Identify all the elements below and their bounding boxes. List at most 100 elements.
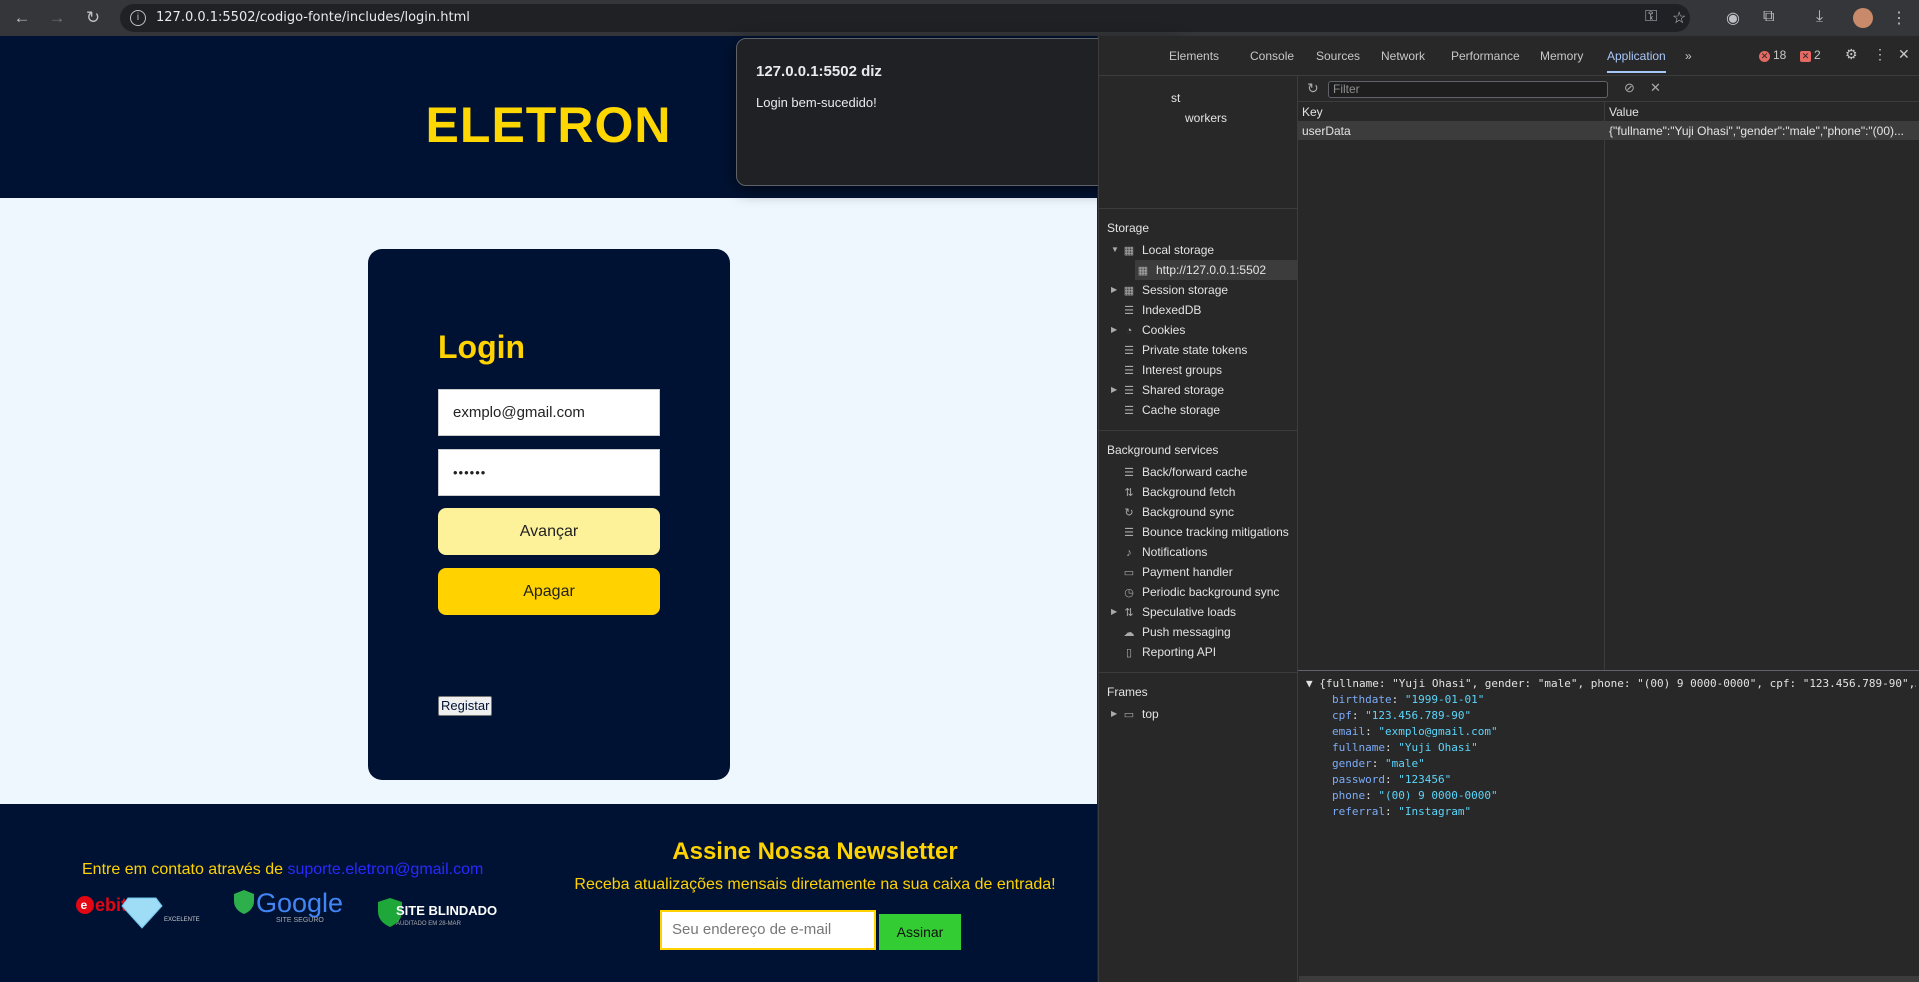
more-tabs-icon[interactable]: » xyxy=(1685,49,1692,63)
sidebar-item-label: Interest groups xyxy=(1142,363,1223,377)
contact-email-link[interactable]: suporte.eletron@gmail.com xyxy=(287,861,483,878)
arrows-icon: ⇅ xyxy=(1124,607,1134,619)
sidebar-item-indexeddb[interactable]: ☰ IndexedDB xyxy=(1121,300,1201,320)
register-button[interactable]: Registar xyxy=(438,696,493,716)
filter-input[interactable]: Filter xyxy=(1328,81,1608,98)
subscribe-button[interactable]: Assinar xyxy=(879,914,961,950)
address-bar[interactable]: i 127.0.0.1:5502/codigo-fonte/includes/l… xyxy=(120,4,1690,32)
key-column-header[interactable]: Key xyxy=(1298,102,1604,122)
delete-selected-icon[interactable]: ✕ xyxy=(1650,80,1661,96)
sidebar-item-label: Notifications xyxy=(1142,545,1208,559)
sidebar-item-frame-top[interactable]: ▶ ▭ top xyxy=(1111,704,1159,724)
site-info-icon[interactable]: i xyxy=(130,10,146,26)
sync-icon: ↻ xyxy=(1124,507,1134,519)
diamond-caption: EXCELENTE xyxy=(164,917,200,923)
bookmark-star-icon[interactable]: ☆ xyxy=(1672,8,1686,28)
card-icon: ▭ xyxy=(1123,567,1135,579)
sidebar-item-payment-handler[interactable]: ▭ Payment handler xyxy=(1121,562,1233,582)
sidebar-item-bfcache[interactable]: ☰ Back/forward cache xyxy=(1121,462,1247,482)
sidebar-item-shared-storage[interactable]: ▶ ☰ Shared storage xyxy=(1111,380,1224,400)
tab-performance[interactable]: Performance xyxy=(1451,49,1520,63)
settings-gear-icon[interactable]: ⚙ xyxy=(1845,46,1858,63)
divider xyxy=(1099,208,1298,209)
background-services-title: Background services xyxy=(1107,443,1219,457)
sidebar-item-background-sync[interactable]: ↻ Background sync xyxy=(1121,502,1234,522)
sidebar-item-reporting-api[interactable]: ▯ Reporting API xyxy=(1121,642,1216,662)
sidebar-item-label: Private state tokens xyxy=(1142,343,1248,357)
sidebar-item-service-workers[interactable]: workers xyxy=(1185,108,1227,128)
clear-all-icon[interactable]: ⊘ xyxy=(1624,80,1635,96)
error-count-badge[interactable]: ✕ 18 xyxy=(1759,48,1786,62)
reload-icon[interactable]: ↻ xyxy=(83,8,103,28)
value-column-header[interactable]: Value xyxy=(1605,102,1919,122)
collapsed-triangle-icon[interactable]: ▶ xyxy=(1111,602,1117,622)
frame-icon: ▭ xyxy=(1123,709,1135,721)
email-input[interactable]: exmplo@gmail.com xyxy=(438,389,660,436)
tab-elements[interactable]: Elements xyxy=(1169,49,1219,63)
clear-button[interactable]: Apagar xyxy=(438,568,660,615)
profile-extension-icon[interactable]: ◉ xyxy=(1726,8,1740,28)
key-icon[interactable]: ⚿ xyxy=(1645,8,1657,26)
download-icon[interactable]: ⤓ xyxy=(1816,8,1823,26)
menu-icon[interactable]: ⋮ xyxy=(1891,8,1907,28)
ebit-logo[interactable]: e ebit xyxy=(76,895,127,915)
avatar[interactable] xyxy=(1853,8,1873,28)
property-key: gender xyxy=(1332,757,1372,770)
close-devtools-icon[interactable]: ✕ xyxy=(1898,46,1910,63)
tab-network[interactable]: Network xyxy=(1381,49,1425,63)
tab-memory[interactable]: Memory xyxy=(1540,49,1583,63)
dialog-title: 127.0.0.1:5502 diz xyxy=(756,63,882,80)
sidebar-item-label: Periodic background sync xyxy=(1142,585,1280,599)
sidebar-item-bounce-tracking[interactable]: ☰ Bounce tracking mitigations xyxy=(1121,522,1289,542)
sidebar-item-periodic-sync[interactable]: ◷ Periodic background sync xyxy=(1121,582,1279,602)
tab-console[interactable]: Console xyxy=(1250,49,1294,63)
sidebar-item-push-messaging[interactable]: ☁ Push messaging xyxy=(1121,622,1231,642)
sidebar-item-cookies[interactable]: ▶ ◔ Cookies xyxy=(1111,320,1186,340)
tab-application[interactable]: Application xyxy=(1607,49,1666,73)
next-button[interactable]: Avançar xyxy=(438,508,660,555)
sidebar-item-notifications[interactable]: ♪ Notifications xyxy=(1121,542,1207,562)
sidebar-item-label: Cache storage xyxy=(1142,403,1221,417)
sidebar-item-private-state-tokens[interactable]: ☰ Private state tokens xyxy=(1121,340,1247,360)
collapsed-triangle-icon[interactable]: ▶ xyxy=(1111,380,1117,400)
horizontal-scrollbar[interactable] xyxy=(1299,976,1919,982)
sidebar-item-interest-groups[interactable]: ☰ Interest groups xyxy=(1121,360,1222,380)
sidebar-item-label: Cookies xyxy=(1142,323,1186,337)
collapsed-triangle-icon[interactable]: ▶ xyxy=(1111,704,1117,724)
sidebar-item-label: Speculative loads xyxy=(1142,605,1237,619)
sidebar-item-local-storage[interactable]: ▼ ▦ Local storage xyxy=(1111,240,1215,260)
site-blindado-badge[interactable]: SITE BLINDADO AUDITADO EM 28-MAR xyxy=(378,898,497,927)
google-safe-badge[interactable]: Google SITE SEGURO xyxy=(234,888,343,924)
tab-sources[interactable]: Sources xyxy=(1316,49,1360,63)
collapsed-triangle-icon[interactable]: ▶ xyxy=(1111,280,1117,300)
newsletter-email-input[interactable]: Seu endereço de e-mail xyxy=(660,910,876,950)
extensions-icon[interactable]: ⧉ xyxy=(1763,8,1774,26)
login-title: Login xyxy=(438,329,526,365)
forward-icon[interactable]: → xyxy=(47,8,67,28)
login-card: Login exmplo@gmail.com •••••• Avançar Ap… xyxy=(368,249,730,780)
diamond-badge[interactable]: EXCELENTE xyxy=(121,897,200,929)
sidebar-item-session-storage[interactable]: ▶ ▦ Session storage xyxy=(1111,280,1228,300)
property-key: password xyxy=(1332,773,1385,786)
sidebar-item-cache-storage[interactable]: ☰ Cache storage xyxy=(1121,400,1220,420)
sidebar-item-local-origin[interactable]: ▦ http://127.0.0.1:5502 xyxy=(1135,260,1298,280)
object-summary[interactable]: ▼ {fullname: "Yuji Ohasi", gender: "male… xyxy=(1306,677,1916,690)
sidebar-item-manifest[interactable]: st xyxy=(1171,88,1180,108)
warning-count-badge[interactable]: ✕ 2 xyxy=(1800,48,1821,62)
sidebar-item-label: Back/forward cache xyxy=(1142,465,1248,479)
sidebar-item-speculative-loads[interactable]: ▶ ⇅ Speculative loads xyxy=(1111,602,1237,622)
back-icon[interactable]: ← xyxy=(12,8,32,28)
property-value: "Yuji Ohasi" xyxy=(1398,741,1478,754)
table-row-key[interactable]: userData xyxy=(1298,122,1604,140)
devtools-menu-icon[interactable]: ⋮ xyxy=(1873,46,1887,63)
sidebar-item-background-fetch[interactable]: ⇅ Background fetch xyxy=(1121,482,1235,502)
object-property: email: "exmplo@gmail.com" xyxy=(1332,725,1498,738)
table-row-value[interactable]: {"fullname":"Yuji Ohasi","gender":"male"… xyxy=(1605,122,1919,140)
sidebar-item-label: Local storage xyxy=(1142,243,1215,257)
password-input[interactable]: •••••• xyxy=(438,449,660,496)
url-text[interactable]: 127.0.0.1:5502/codigo-fonte/includes/log… xyxy=(156,10,470,25)
refresh-icon[interactable]: ↻ xyxy=(1307,80,1319,97)
collapsed-triangle-icon[interactable]: ▶ xyxy=(1111,320,1117,340)
arrows-icon: ⇅ xyxy=(1124,487,1134,499)
expanded-triangle-icon[interactable]: ▼ xyxy=(1111,240,1119,260)
